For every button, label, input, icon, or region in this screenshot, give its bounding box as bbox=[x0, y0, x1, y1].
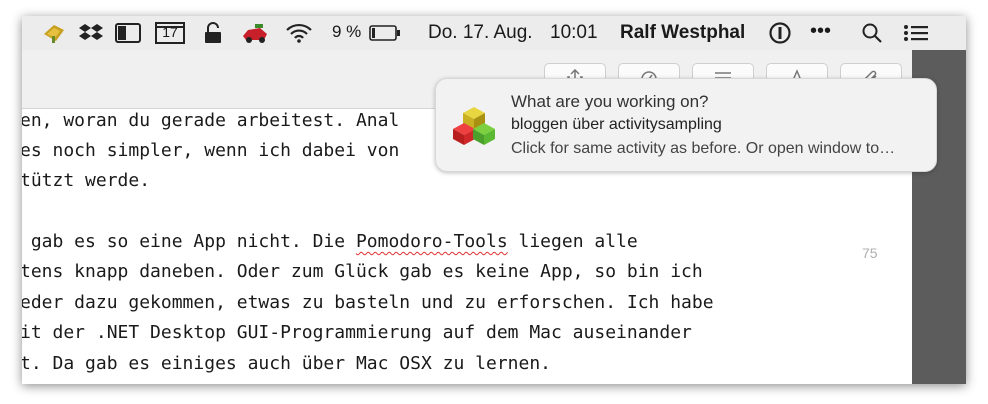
editor-line-text: liegen alle bbox=[507, 231, 638, 252]
battery-icon[interactable] bbox=[368, 21, 402, 45]
sidebar-toggle-icon[interactable] bbox=[114, 21, 142, 45]
menubar-user[interactable]: Ralf Westphal bbox=[620, 22, 745, 44]
onepassword-icon[interactable] bbox=[768, 21, 792, 45]
screen-frame: 17 9 % Do. 17. Aug. 10:01 Ralf Westphal … bbox=[22, 16, 966, 384]
more-menu[interactable]: ••• bbox=[810, 20, 831, 43]
editor-line: en, woran du gerade arbeitest. Anal bbox=[22, 110, 400, 131]
editor-line: eder dazu gekommen, etwas zu basteln und… bbox=[22, 292, 714, 313]
activity-sampling-app-icon bbox=[453, 107, 495, 145]
dropbox-icon[interactable] bbox=[78, 21, 104, 45]
editor-line-text: gab es so eine App nicht. Die bbox=[22, 231, 356, 252]
menubar-date[interactable]: Do. 17. Aug. bbox=[428, 22, 533, 44]
lock-icon[interactable] bbox=[202, 21, 224, 45]
line-number: 75 bbox=[862, 245, 878, 261]
menubar-time[interactable]: 10:01 bbox=[550, 22, 598, 44]
battery-percent: 9 % bbox=[332, 22, 362, 41]
car-app-icon[interactable] bbox=[240, 21, 270, 45]
editor-line: tens knapp daneben. Oder zum Glück gab e… bbox=[22, 261, 703, 282]
notification-body: Click for same activity as before. Or op… bbox=[511, 140, 896, 157]
calendar-day: 17 bbox=[162, 24, 178, 40]
misspelled-word[interactable]: Pomodoro-Tools bbox=[356, 231, 508, 252]
notification-title: What are you working on? bbox=[511, 92, 709, 111]
menu-bar: 17 9 % Do. 17. Aug. 10:01 Ralf Westphal … bbox=[22, 16, 966, 50]
notification-banner[interactable]: What are you working on? bloggen über ac… bbox=[435, 78, 937, 172]
editor-line: es noch simpler, wenn ich dabei von bbox=[22, 140, 400, 161]
leaf-app-icon[interactable] bbox=[40, 21, 68, 45]
editor-line: gab es so eine App nicht. Die Pomodoro-T… bbox=[22, 231, 638, 252]
notification-center-icon[interactable] bbox=[902, 21, 930, 45]
editor-line: tützt werde. bbox=[22, 170, 151, 191]
notification-subtitle: bloggen über activitysampling bbox=[511, 116, 722, 133]
editor-line: t. Da gab es einiges auch über Mac OSX z… bbox=[22, 353, 552, 374]
wifi-icon[interactable] bbox=[284, 21, 314, 45]
search-icon[interactable] bbox=[860, 21, 884, 45]
editor-line: it der .NET Desktop GUI-Programmierung a… bbox=[22, 322, 692, 343]
calendar-icon[interactable]: 17 bbox=[154, 21, 186, 45]
